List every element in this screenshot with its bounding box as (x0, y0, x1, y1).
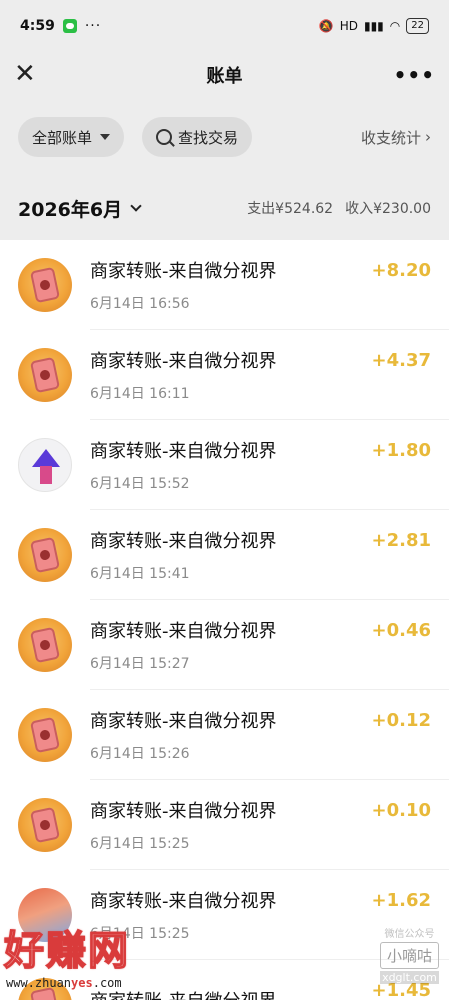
secondary-watermark: 微信公众号 小嘀咕 xdglt.com (379, 925, 439, 984)
income-total: 收入¥230.00 (345, 201, 431, 217)
shop-card-icon (18, 798, 72, 852)
shop-card-icon (18, 708, 72, 762)
transaction-time: 6月14日 15:52 (90, 475, 190, 492)
transaction-title: 商家转账-来自微分视界 (90, 530, 277, 552)
month-totals: 支出¥524.62 收入¥230.00 (247, 198, 431, 218)
mute-icon: 🔕 (318, 19, 334, 33)
all-bills-label: 全部账单 (32, 128, 93, 147)
transaction-row[interactable]: 商家转账-来自微分视界 6月14日 15:26 +0.12 (0, 690, 449, 780)
transaction-title: 商家转账-来自微分视界 (90, 800, 277, 822)
transaction-amount: +0.46 (371, 620, 432, 641)
transaction-amount: +2.81 (371, 530, 432, 551)
transaction-row[interactable]: 商家转账-来自微分视界 6月14日 15:41 +2.81 (0, 510, 449, 600)
more-notifications-icon: ··· (84, 18, 102, 34)
income-expense-stats-link[interactable]: 收支统计 › (361, 127, 431, 148)
stats-label: 收支统计 (360, 128, 421, 147)
site-watermark: 好赚网 www.zhuanyes.com (0, 918, 210, 990)
more-options-icon[interactable]: ••• (394, 63, 435, 87)
transaction-row[interactable]: 商家转账-来自微分视界 6月14日 15:27 +0.46 (0, 600, 449, 690)
month-label: 2026年6月 (18, 198, 123, 221)
all-bills-dropdown[interactable]: 全部账单 (18, 117, 125, 157)
status-left: 4:59 ··· (20, 18, 101, 34)
search-icon (156, 129, 173, 145)
close-icon[interactable]: ✕ (14, 61, 38, 87)
transaction-amount: +1.62 (371, 890, 432, 911)
transaction-title: 商家转账-来自微分视界 (90, 260, 277, 282)
arrow-up-icon (18, 438, 72, 492)
status-right: 🔕 HD ▮▮▮ ◠ 22 (319, 18, 429, 34)
month-summary-bar: 2026年6月 支出¥524.62 收入¥230.00 (0, 176, 449, 240)
page-title: 账单 (206, 66, 243, 87)
transaction-title: 商家转账-来自微分视界 (90, 620, 277, 642)
filter-bar: 全部账单 查找交易 收支统计 › (0, 98, 449, 176)
transaction-amount: +0.12 (371, 710, 432, 731)
search-transactions-button[interactable]: 查找交易 (142, 117, 253, 157)
watermark-url: www.zhuanyes.com (6, 976, 122, 990)
wifi-icon: ◠ (389, 19, 401, 33)
network-label: HD (339, 19, 358, 33)
watermark-brand: 小嘀咕 (379, 942, 439, 969)
transaction-time: 6月14日 15:27 (90, 655, 190, 672)
transaction-time: 6月14日 16:11 (90, 385, 190, 402)
transaction-title: 商家转账-来自微分视界 (90, 710, 277, 732)
transaction-time: 6月14日 15:25 (90, 835, 190, 852)
transaction-amount: +1.80 (371, 440, 432, 461)
search-transactions-label: 查找交易 (178, 128, 239, 147)
shop-card-icon (18, 348, 72, 402)
status-bar: 4:59 ··· 🔕 HD ▮▮▮ ◠ 22 (0, 0, 449, 52)
month-selector[interactable]: 2026年6月 (18, 195, 142, 222)
transaction-row[interactable]: 商家转账-来自微分视界 6月14日 16:56 +8.20 (0, 240, 449, 330)
transaction-title: 商家转账-来自微分视界 (90, 350, 277, 372)
transaction-row[interactable]: 商家转账-来自微分视界 6月14日 16:11 +4.37 (0, 330, 449, 420)
battery-icon: 22 (406, 18, 429, 34)
expense-total: 支出¥524.62 (247, 201, 334, 217)
transaction-row[interactable]: 商家转账-来自微分视界 6月14日 15:52 +1.80 (0, 420, 449, 510)
chevron-right-icon: › (425, 128, 431, 146)
chevron-down-icon (130, 200, 142, 212)
transaction-title: 商家转账-来自微分视界 (90, 440, 277, 462)
transaction-amount: +0.10 (371, 800, 432, 821)
status-time: 4:59 (20, 18, 55, 34)
shop-card-icon (18, 618, 72, 672)
watermark-url-2: xdglt.com (379, 971, 439, 984)
nav-bar: ✕ 账单 ••• (0, 52, 449, 98)
transaction-time: 6月14日 15:26 (90, 745, 190, 762)
caret-down-icon (100, 134, 111, 140)
shop-card-icon (18, 528, 72, 582)
transaction-amount: +8.20 (371, 260, 432, 281)
transaction-row[interactable]: 商家转账-来自微分视界 6月14日 15:25 +0.10 (0, 780, 449, 870)
shop-card-icon (18, 258, 72, 312)
watermark-caption: 微信公众号 (384, 929, 435, 940)
transaction-list: 商家转账-来自微分视界 6月14日 16:56 +8.20 商家转账-来自微分视… (0, 240, 449, 1000)
wechat-notification-icon (62, 19, 77, 33)
transaction-amount: +4.37 (371, 350, 432, 371)
transaction-time: 6月14日 16:56 (90, 295, 190, 312)
signal-icon: ▮▮▮ (363, 19, 384, 33)
transaction-time: 6月14日 15:41 (90, 565, 190, 582)
watermark-logo-text: 好赚网 (3, 927, 130, 975)
transaction-title: 商家转账-来自微分视界 (90, 890, 277, 912)
